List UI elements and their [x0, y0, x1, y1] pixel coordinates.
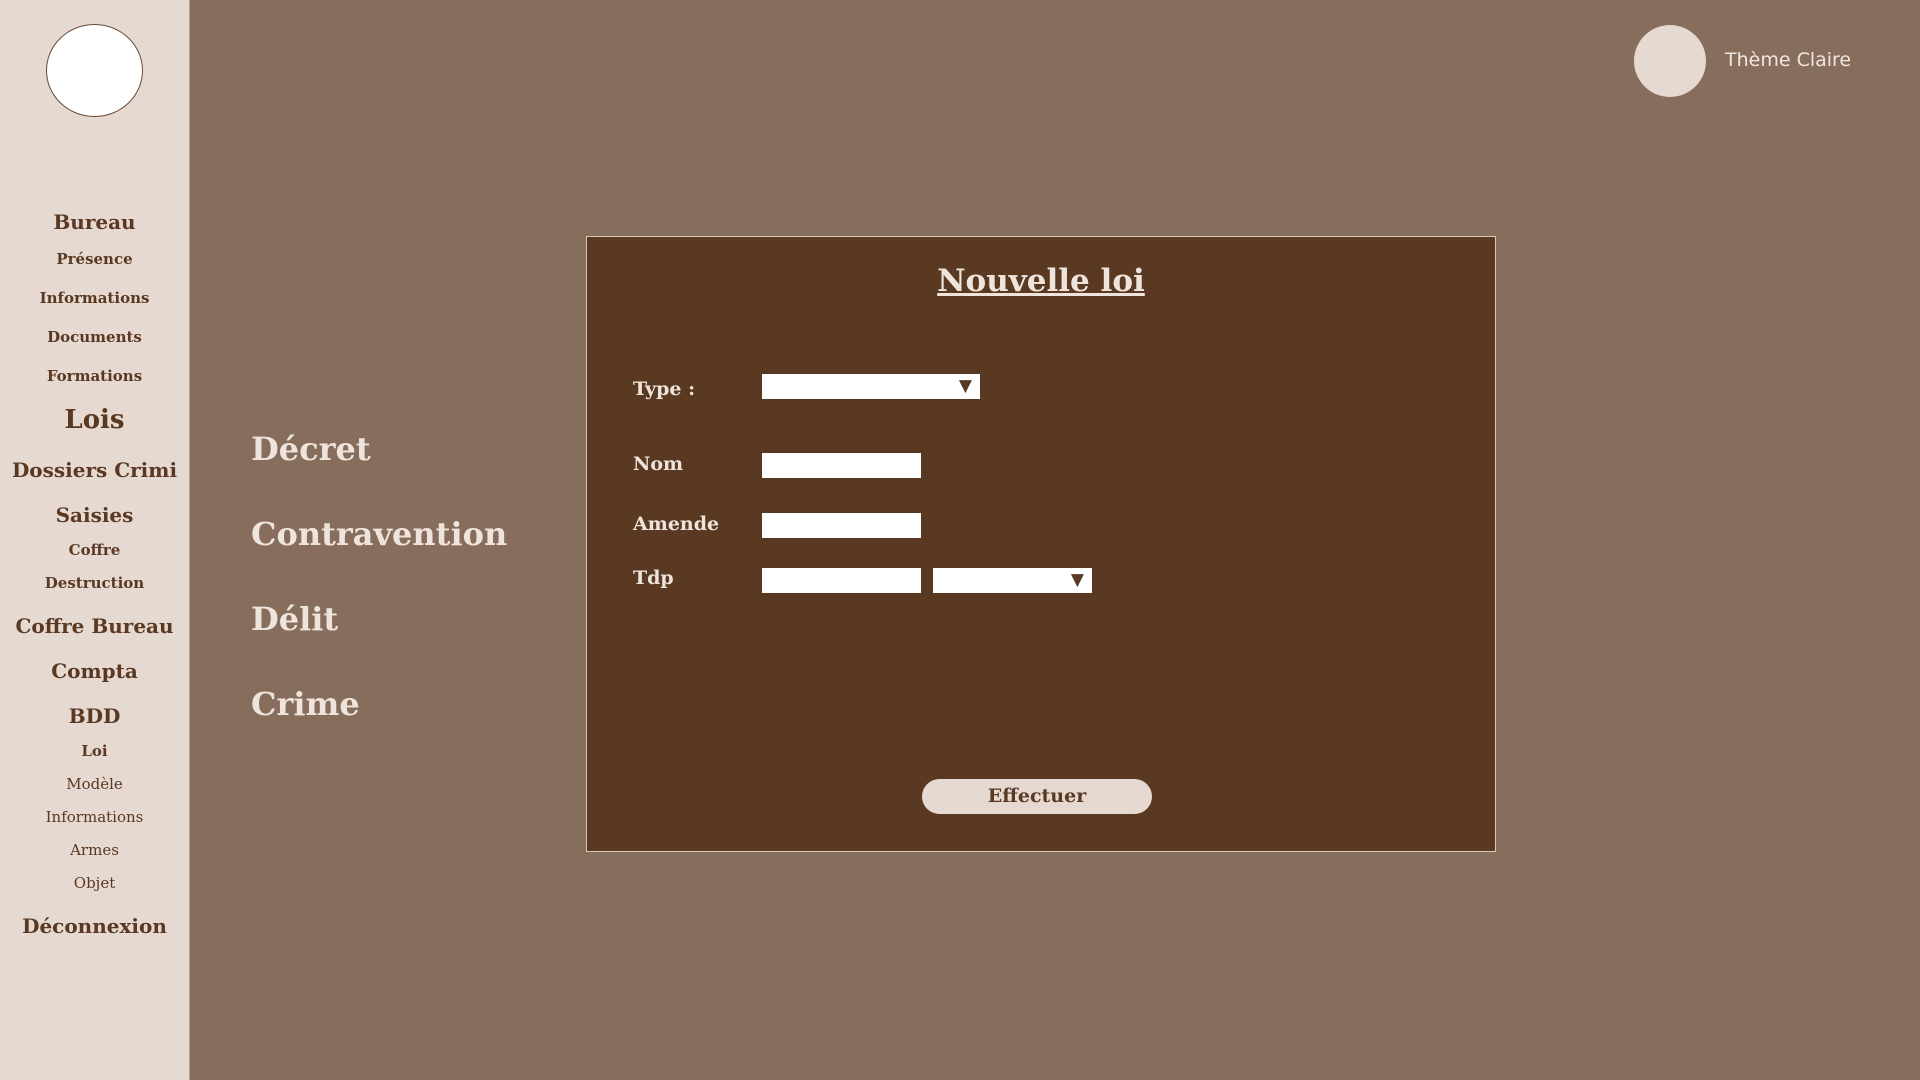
- nom-label: Nom: [633, 453, 684, 475]
- theme-toggle[interactable]: [1634, 25, 1706, 97]
- nom-input[interactable]: [762, 453, 921, 478]
- sidebar-item-formations[interactable]: Formations: [0, 367, 189, 385]
- logo: [46, 24, 143, 117]
- sidebar-item-modele[interactable]: Modèle: [0, 775, 189, 793]
- triangle-down-icon: ▼: [958, 376, 972, 396]
- category-crime[interactable]: Crime: [251, 685, 360, 723]
- sidebar-item-destruction[interactable]: Destruction: [0, 574, 189, 592]
- category-contravention[interactable]: Contravention: [251, 515, 507, 553]
- sidebar-item-coffre[interactable]: Coffre: [0, 541, 189, 559]
- sidebar-item-presence[interactable]: Présence: [0, 250, 189, 268]
- category-decret[interactable]: Décret: [251, 430, 371, 468]
- sidebar-item-compta[interactable]: Compta: [0, 659, 189, 683]
- sidebar-item-coffre-bureau[interactable]: Coffre Bureau: [0, 614, 189, 638]
- tdp-input[interactable]: [762, 568, 921, 593]
- triangle-down-icon: ▼: [1070, 570, 1084, 590]
- submit-button[interactable]: Effectuer: [922, 779, 1152, 814]
- logout-button[interactable]: Déconnexion: [0, 914, 189, 938]
- sidebar-item-informations[interactable]: Informations: [0, 289, 189, 307]
- tdp-label: Tdp: [633, 567, 674, 589]
- panel-title: Nouvelle loi: [937, 263, 1145, 299]
- sidebar-item-documents[interactable]: Documents: [0, 328, 189, 346]
- new-law-panel: Nouvelle loi Type : ▼ Nom Amende Tdp ▼ E…: [586, 236, 1496, 852]
- sidebar: Bureau Présence Informations Documents F…: [0, 0, 190, 1080]
- sidebar-item-bdd[interactable]: BDD: [0, 704, 189, 728]
- amende-input[interactable]: [762, 513, 921, 538]
- amende-label: Amende: [633, 513, 720, 535]
- sidebar-item-loi[interactable]: Loi: [0, 742, 189, 760]
- sidebar-item-bdd-informations[interactable]: Informations: [0, 808, 189, 826]
- category-delit[interactable]: Délit: [251, 600, 338, 638]
- sidebar-item-lois[interactable]: Lois: [0, 405, 189, 435]
- type-label: Type :: [633, 378, 696, 400]
- type-select[interactable]: ▼: [762, 374, 980, 399]
- tdp-unit-select[interactable]: ▼: [933, 568, 1092, 593]
- sidebar-item-saisies[interactable]: Saisies: [0, 503, 189, 527]
- theme-label[interactable]: Thème Claire: [1725, 49, 1851, 71]
- sidebar-item-dossiers-crimi[interactable]: Dossiers Crimi: [0, 458, 189, 482]
- sidebar-item-bureau[interactable]: Bureau: [0, 210, 189, 234]
- sidebar-item-objet[interactable]: Objet: [0, 874, 189, 892]
- sidebar-item-armes[interactable]: Armes: [0, 841, 189, 859]
